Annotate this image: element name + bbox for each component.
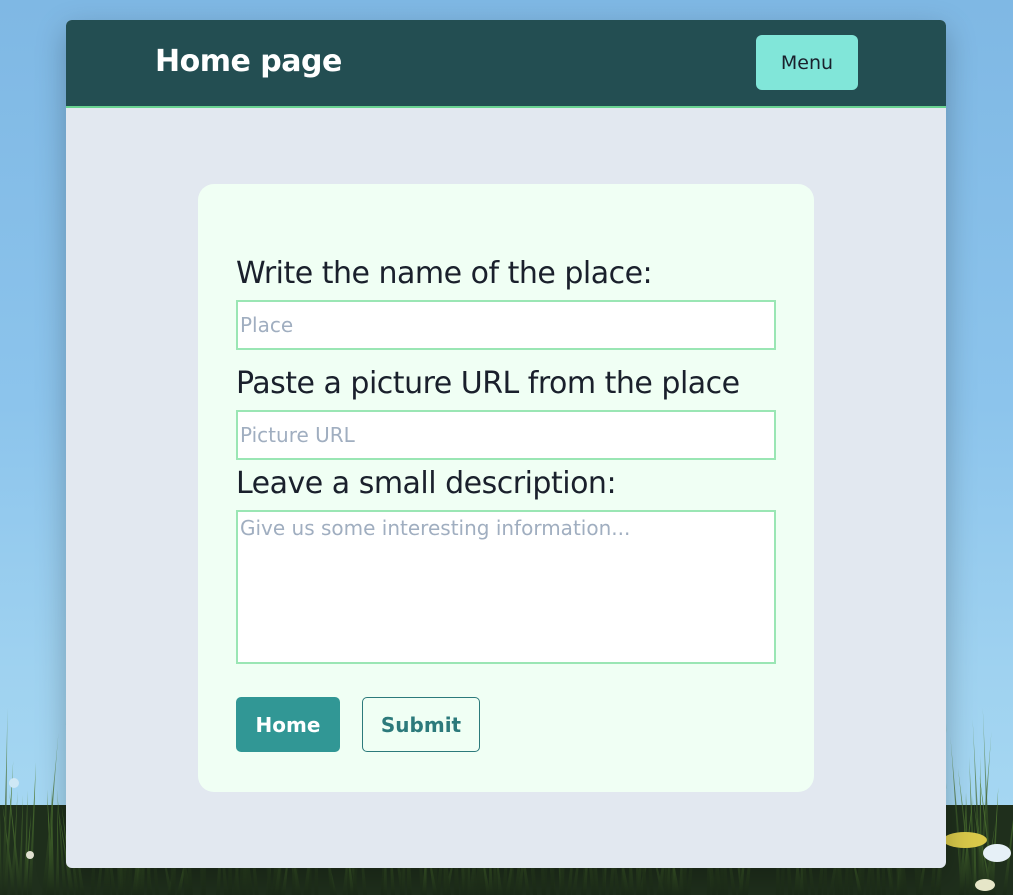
place-form: Write the name of the place: Paste a pic…	[198, 184, 814, 792]
home-button[interactable]: Home	[236, 697, 340, 752]
app-window: Home page Menu Write the name of the pla…	[66, 20, 946, 868]
menu-button[interactable]: Menu	[756, 35, 858, 90]
submit-button[interactable]: Submit	[362, 697, 480, 752]
page-title: Home page	[155, 44, 342, 79]
header-bar: Home page Menu	[66, 20, 946, 108]
place-name-input[interactable]	[236, 300, 776, 350]
description-textarea[interactable]	[236, 510, 776, 664]
picture-url-input[interactable]	[236, 410, 776, 460]
place-name-label: Write the name of the place:	[236, 256, 653, 291]
picture-url-label: Paste a picture URL from the place	[236, 366, 740, 401]
description-label: Leave a small description:	[236, 466, 617, 501]
